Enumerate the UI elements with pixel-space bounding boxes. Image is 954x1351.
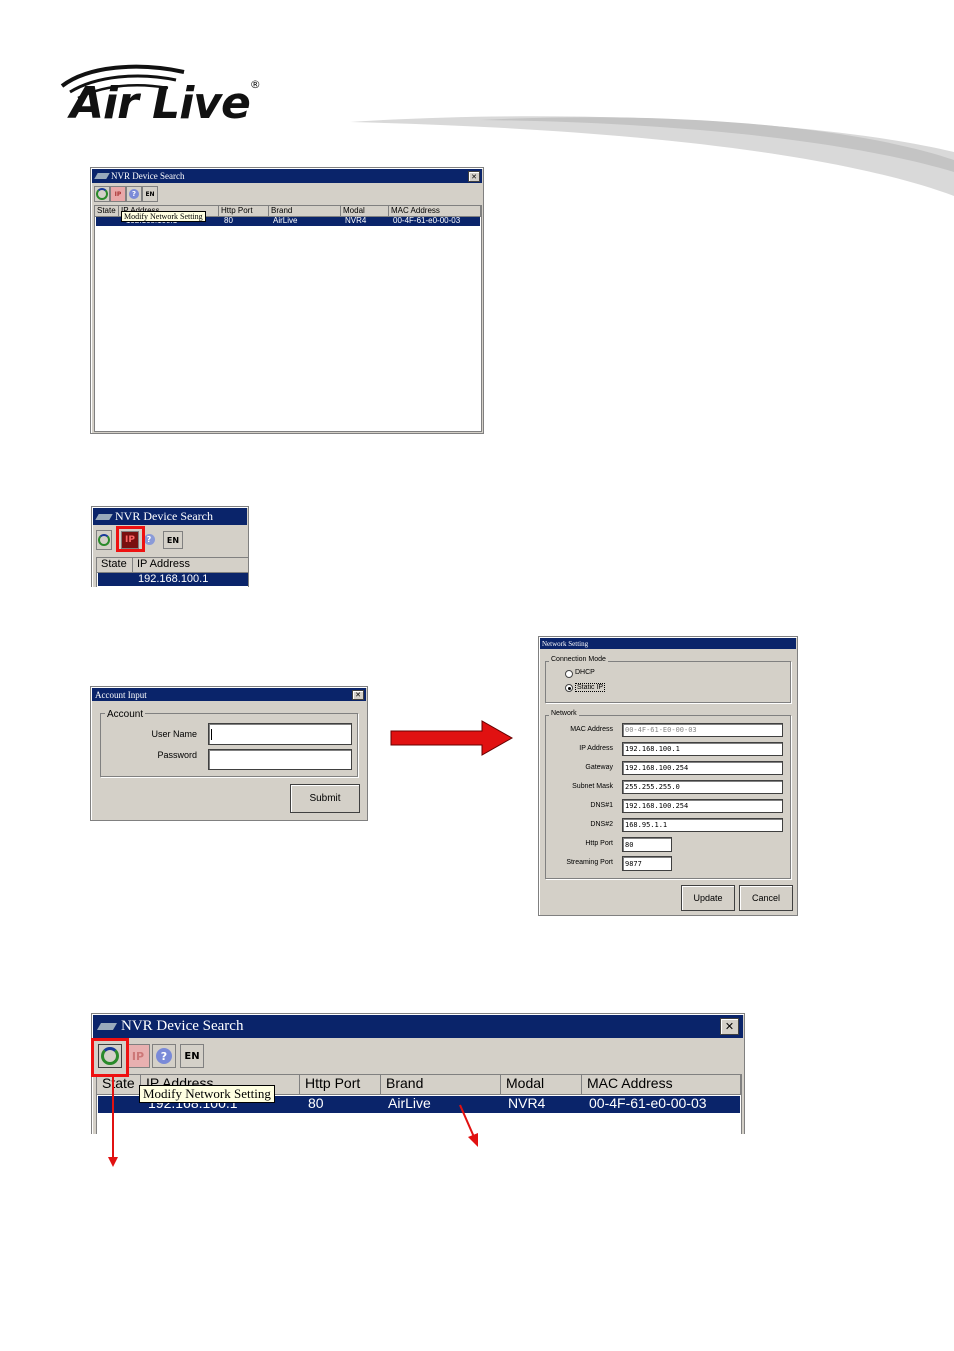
row-model: NVR4: [508, 1095, 546, 1111]
registered-mark: ®: [249, 78, 261, 91]
dns1-label: DNS#1: [590, 802, 613, 809]
static-ip-radio[interactable]: [565, 684, 573, 692]
col-header-model[interactable]: Modal: [501, 1075, 582, 1095]
row-port: 80: [224, 216, 233, 225]
refresh-icon: [98, 534, 110, 546]
dns1-input[interactable]: 192.168.100.254: [622, 799, 783, 813]
ip-icon: IP: [131, 1049, 145, 1063]
help-icon: ?: [129, 189, 139, 199]
title-bar: NVR Device Search: [93, 508, 247, 525]
table-row[interactable]: 192.168.100.1: [98, 573, 248, 586]
close-icon[interactable]: ✕: [720, 1018, 739, 1035]
language-icon: EN: [145, 190, 155, 198]
close-icon[interactable]: ✕: [468, 171, 480, 182]
title-bar: NVR Device Search ✕: [93, 1015, 743, 1038]
modify-ip-button[interactable]: IP: [126, 1044, 150, 1068]
network-setting-dialog: Network Setting Connection Mode DHCP Sta…: [538, 636, 798, 916]
static-ip-label: Static IP: [575, 683, 606, 692]
submit-button[interactable]: Submit: [290, 784, 360, 813]
username-input[interactable]: [208, 723, 352, 745]
update-button[interactable]: Update: [681, 885, 735, 911]
nvr-device-search-window-1: NVR Device Search ✕ IP ? EN State IP Add…: [90, 167, 484, 434]
annotation-arrows: [108, 1077, 478, 1167]
connection-mode-label: Connection Mode: [549, 656, 608, 663]
toolbar: IP ? EN: [94, 186, 174, 202]
close-icon[interactable]: ✕: [352, 690, 364, 700]
logo-text: Air Live: [70, 78, 251, 129]
search-devices-button[interactable]: [96, 530, 112, 550]
highlight-ip-button: [116, 526, 145, 552]
window-title: Account Input: [95, 689, 147, 700]
window-title: NVR Device Search: [115, 509, 213, 523]
help-icon: ?: [156, 1048, 172, 1064]
http-port-input[interactable]: 80: [622, 837, 672, 852]
mac-address-input: 00-4F-61-E0-00-03: [622, 723, 783, 737]
username-label: User Name: [151, 729, 197, 739]
col-header-state[interactable]: State: [95, 206, 119, 217]
help-button[interactable]: ?: [152, 1044, 176, 1068]
connection-mode-group: [545, 661, 791, 703]
ip-address-input[interactable]: 192.168.100.1: [622, 742, 783, 756]
col-header-mac[interactable]: MAC Address: [582, 1075, 741, 1095]
gateway-input[interactable]: 192.168.100.254: [622, 761, 783, 775]
modify-ip-button[interactable]: IP: [110, 186, 126, 202]
search-devices-button[interactable]: [94, 186, 110, 202]
row-brand: AirLive: [273, 216, 298, 225]
title-bar: NVR Device Search ✕: [92, 169, 482, 183]
dns2-input[interactable]: 168.95.1.1: [622, 818, 783, 832]
nvr-device-search-window-2: NVR Device Search IP ? EN State IP Addre…: [91, 506, 249, 587]
gateway-label: Gateway: [585, 764, 613, 771]
row-mac: 00-4F-61-e0-00-03: [393, 216, 461, 225]
window-title-icon: [96, 1023, 118, 1030]
streaming-port-input[interactable]: 9877: [622, 856, 672, 871]
window-title: NVR Device Search: [121, 1018, 244, 1034]
streaming-port-label: Streaming Port: [566, 859, 613, 866]
text-cursor: [211, 728, 212, 740]
help-icon: ?: [143, 533, 155, 545]
subnet-mask-label: Subnet Mask: [572, 783, 613, 790]
language-icon: EN: [184, 1050, 200, 1062]
dns2-label: DNS#2: [590, 821, 613, 828]
title-bar: Network Setting: [540, 638, 796, 649]
subnet-mask-input[interactable]: 255.255.255.0: [622, 780, 783, 794]
dhcp-radio[interactable]: [565, 670, 573, 678]
title-bar: Account Input ✕: [92, 688, 366, 701]
cancel-button[interactable]: Cancel: [739, 885, 793, 911]
dhcp-label: DHCP: [575, 669, 595, 676]
account-input-dialog: Account Input ✕ Account User Name Passwo…: [90, 686, 368, 821]
window-title-icon: [94, 173, 110, 179]
row-mac: 00-4F-61-e0-00-03: [589, 1095, 707, 1111]
row-model: NVR4: [345, 216, 367, 225]
ip-icon: IP: [114, 190, 122, 198]
network-group: [545, 715, 791, 879]
radio-dot: [567, 686, 571, 690]
mac-address-label: MAC Address: [570, 726, 613, 733]
http-port-label: Http Port: [585, 840, 613, 847]
device-list: State IP Address 192.168.100.1: [96, 557, 248, 587]
refresh-icon: [96, 188, 108, 200]
language-icon: EN: [166, 535, 180, 545]
language-button[interactable]: EN: [180, 1044, 204, 1068]
password-input[interactable]: [208, 749, 352, 770]
window-title: Network Setting: [542, 639, 589, 648]
language-button[interactable]: EN: [142, 186, 158, 202]
red-arrow-icon: [390, 720, 514, 756]
account-group-label: Account: [105, 709, 146, 720]
network-group-label: Network: [549, 710, 579, 717]
window-title-icon: [95, 513, 113, 520]
ip-address-label: IP Address: [579, 745, 613, 752]
col-header-ip[interactable]: IP Address: [133, 558, 248, 573]
highlight-search-button: [91, 1038, 129, 1077]
help-button[interactable]: ?: [126, 186, 142, 202]
password-label: Password: [157, 750, 197, 760]
airlive-logo: Air Live®: [70, 78, 261, 129]
col-header-state[interactable]: State: [97, 558, 133, 573]
window-title: NVR Device Search: [111, 171, 185, 181]
row-ip: 192.168.100.1: [138, 573, 209, 585]
tooltip: Modify Network Setting: [121, 211, 206, 222]
device-list: State IP Address Http Port Brand Modal M…: [94, 205, 482, 432]
language-button[interactable]: EN: [163, 531, 183, 549]
